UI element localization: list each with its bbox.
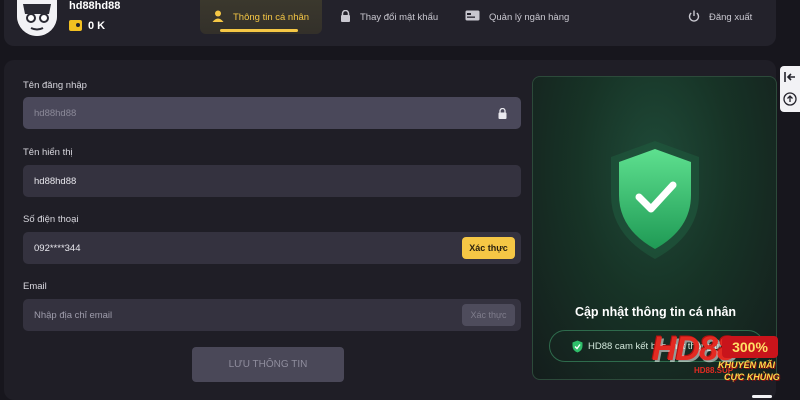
user-icon xyxy=(212,10,224,25)
scroll-top-icon[interactable] xyxy=(780,88,800,110)
email-input[interactable]: Nhập địa chỉ email Xác thực xyxy=(23,299,521,331)
tab-profile[interactable]: Thông tin cá nhân xyxy=(200,0,322,34)
tab-change-password[interactable]: Thay đổi mật khẩu xyxy=(340,0,438,34)
display-name-label: Tên hiển thị xyxy=(23,147,73,158)
save-info-button[interactable]: LƯU THÔNG TIN xyxy=(192,347,344,382)
active-tab-indicator xyxy=(220,29,298,32)
shield-check-icon xyxy=(611,141,699,259)
promo-percent: 300% xyxy=(722,336,778,358)
username-display: hd88hd88 xyxy=(69,0,121,12)
scroll-indicator xyxy=(752,395,772,398)
email-verify-button[interactable]: Xác thực xyxy=(462,304,515,326)
bank-card-icon xyxy=(465,10,480,24)
coin-icon xyxy=(69,20,82,31)
account-header: hd88hd88 0 K Thông tin cá nhân Thay đổi … xyxy=(4,0,776,46)
tab-bank-management[interactable]: Quản lý ngân hàng xyxy=(465,0,569,34)
logout-button[interactable]: Đăng xuất xyxy=(688,0,752,34)
balance-display: 0 K xyxy=(88,20,106,32)
promo-line-1: KHUYẾN MÃI xyxy=(718,360,776,370)
side-toolbar xyxy=(780,66,800,112)
phone-input[interactable]: 092****344 Xác thực xyxy=(23,232,521,264)
avatar xyxy=(17,0,57,36)
phone-verify-button[interactable]: Xác thực xyxy=(462,237,515,259)
lock-icon xyxy=(340,9,351,25)
display-name-input[interactable]: hd88hd88 xyxy=(23,165,521,197)
tab-profile-label: Thông tin cá nhân xyxy=(233,11,310,23)
tab-bank-management-label: Quản lý ngân hàng xyxy=(489,11,570,23)
card-title: Cập nhật thông tin cá nhân xyxy=(574,305,737,319)
username-label: Tên đăng nhập xyxy=(23,80,87,91)
username-value: hd88hd88 xyxy=(34,107,77,119)
promo-banner[interactable]: HD88 300% HD88.SUP KHUYẾN MÃI CỰC KHỦNG xyxy=(652,318,800,400)
collapse-icon[interactable] xyxy=(780,66,800,88)
tab-change-password-label: Thay đổi mật khẩu xyxy=(360,11,439,23)
username-field: hd88hd88 xyxy=(23,97,521,129)
shield-check-icon xyxy=(572,340,583,353)
logout-label: Đăng xuất xyxy=(709,11,753,23)
display-name-value: hd88hd88 xyxy=(34,175,77,187)
email-placeholder: Nhập địa chỉ email xyxy=(34,309,113,321)
promo-line-2: CỰC KHỦNG xyxy=(724,372,780,382)
power-icon xyxy=(688,10,700,25)
phone-label: Số điện thoại xyxy=(23,214,79,225)
email-label: Email xyxy=(23,281,47,292)
phone-value: 092****344 xyxy=(34,242,81,254)
lock-icon xyxy=(498,107,507,119)
